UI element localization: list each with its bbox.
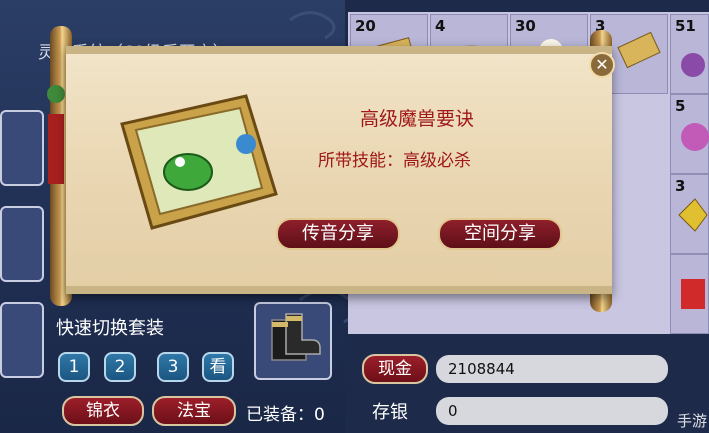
treasure-button[interactable]: 法宝 — [152, 396, 236, 426]
cash-button[interactable]: 现金 — [362, 354, 428, 384]
watermark-text: 手游 — [676, 412, 707, 430]
equipped-count-label: 已装备：0 — [246, 405, 325, 425]
inventory-cell[interactable] — [670, 254, 709, 334]
share-voice-button[interactable]: 传音分享 — [276, 218, 400, 250]
item-count: 5 — [675, 97, 686, 115]
item-count: 20 — [355, 17, 376, 35]
item-count: 30 — [515, 17, 536, 35]
quick-switch-label: 快速切换套装 — [56, 318, 164, 339]
inventory-cell[interactable]: 51 — [670, 14, 709, 94]
item-count: 4 — [435, 17, 446, 35]
share-space-button[interactable]: 空间分享 — [438, 218, 562, 250]
close-icon[interactable]: ✕ — [589, 52, 615, 78]
item-count: 51 — [675, 17, 696, 35]
cash-field: 2108844 — [436, 355, 668, 383]
inventory-cell[interactable]: 5 — [670, 94, 709, 174]
boots-icon — [271, 313, 321, 361]
view-button[interactable]: 看 — [202, 352, 234, 382]
set-button-1[interactable]: 1 — [58, 352, 90, 382]
boots-slot[interactable] — [254, 302, 332, 380]
item-name: 高级魔兽要诀 — [360, 108, 475, 130]
savings-label: 存银 — [372, 402, 408, 423]
lantern-icon — [681, 279, 705, 309]
set-button-2[interactable]: 2 — [104, 352, 136, 382]
inventory-cell[interactable]: 3 — [670, 174, 709, 254]
left-equip-slot-3[interactable] — [0, 302, 44, 378]
savings-field: 0 — [436, 397, 668, 425]
monster-skill-scroll-icon — [120, 94, 278, 230]
set-button-3[interactable]: 3 — [157, 352, 189, 382]
brocade-button[interactable]: 锦衣 — [62, 396, 144, 426]
item-count: 3 — [675, 177, 686, 195]
item-skill: 所带技能：高级必杀 — [318, 151, 471, 171]
left-equip-slot-2[interactable] — [0, 206, 44, 282]
